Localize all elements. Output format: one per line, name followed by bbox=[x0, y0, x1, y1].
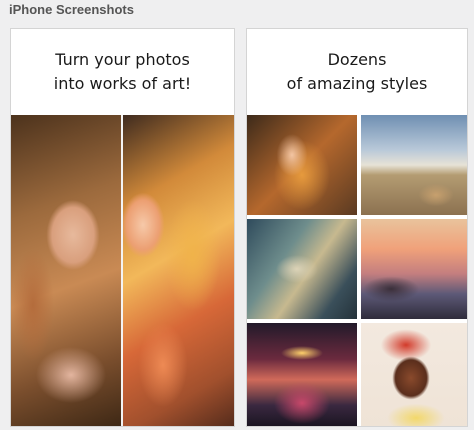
before-after-portrait bbox=[11, 115, 234, 426]
styles-grid bbox=[247, 115, 467, 426]
screenshot-2[interactable]: Dozens of amazing styles bbox=[246, 28, 468, 427]
style-tile-boats bbox=[247, 219, 357, 319]
style-tile-portrait bbox=[247, 115, 357, 215]
caption-line-1: Dozens bbox=[327, 50, 387, 69]
style-tile-street bbox=[247, 323, 357, 426]
caption-line-2: into works of art! bbox=[53, 74, 192, 93]
style-tile-smiling-woman bbox=[361, 323, 467, 426]
style-tile-sunset bbox=[361, 219, 467, 319]
screenshot-caption: Dozens of amazing styles bbox=[247, 29, 467, 115]
section-title: iPhone Screenshots bbox=[9, 2, 134, 17]
style-tile-field bbox=[361, 115, 467, 215]
stylized-photo-half bbox=[123, 115, 234, 426]
screenshot-1[interactable]: Turn your photos into works of art! bbox=[10, 28, 235, 427]
original-photo-half bbox=[11, 115, 121, 426]
caption-line-1: Turn your photos bbox=[55, 50, 190, 69]
caption-line-2: of amazing styles bbox=[286, 74, 428, 93]
screenshot-caption: Turn your photos into works of art! bbox=[11, 29, 234, 115]
